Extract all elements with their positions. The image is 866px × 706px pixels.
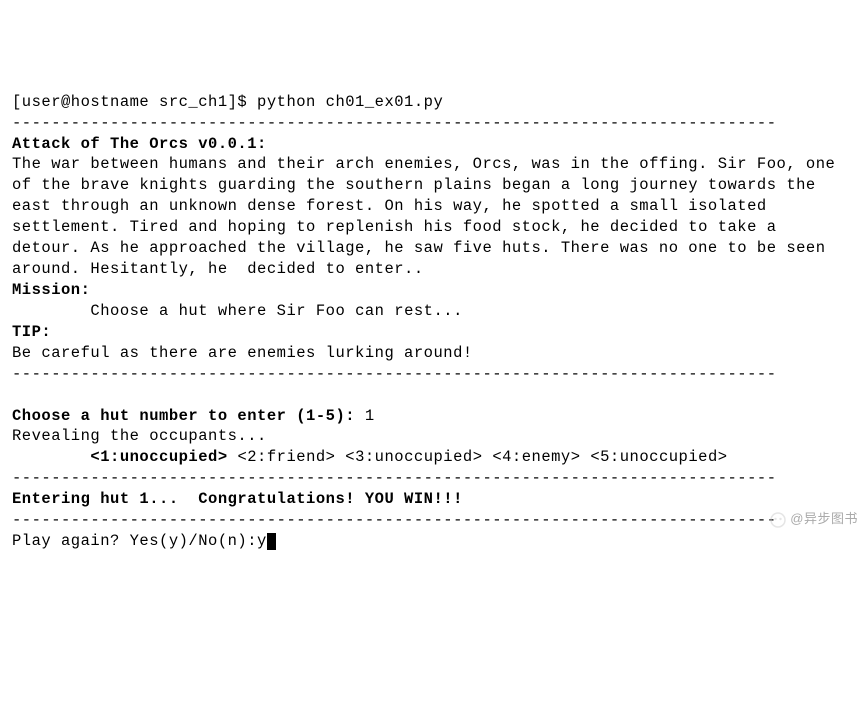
tip-label: TIP: — [12, 323, 51, 341]
hut-1: <1:unoccupied> — [90, 448, 227, 466]
play-again-prompt: Play again? Yes(y)/No(n): — [12, 532, 257, 550]
hut-3: <3:unoccupied> — [345, 448, 492, 466]
terminal-output: [user@hostname src_ch1]$ python ch01_ex0… — [12, 92, 854, 552]
shell-prompt-line: [user@hostname src_ch1]$ python ch01_ex0… — [12, 93, 443, 111]
revealing-text: Revealing the occupants... — [12, 427, 267, 445]
mission-label: Mission: — [12, 281, 90, 299]
choose-hut-prompt: Choose a hut number to enter (1-5): — [12, 407, 365, 425]
divider-line: ----------------------------------------… — [12, 114, 777, 132]
hut-4: <4:enemy> — [492, 448, 590, 466]
huts-prefix — [12, 448, 90, 466]
choose-hut-input[interactable]: 1 — [365, 407, 375, 425]
hut-5: <5:unoccupied> — [590, 448, 727, 466]
story-text: The war between humans and their arch en… — [12, 155, 845, 278]
hut-2: <2:friend> — [228, 448, 346, 466]
game-title: Attack of The Orcs v0.0.1: — [12, 135, 267, 153]
tip-text: Be careful as there are enemies lurking … — [12, 344, 473, 362]
divider-line: ----------------------------------------… — [12, 511, 777, 529]
terminal-cursor — [267, 533, 276, 550]
result-line: Entering hut 1... Congratulations! YOU W… — [12, 490, 463, 508]
divider-line: ----------------------------------------… — [12, 469, 777, 487]
divider-line: ----------------------------------------… — [12, 365, 777, 383]
mission-text: Choose a hut where Sir Foo can rest... — [12, 302, 463, 320]
play-again-input[interactable]: y — [257, 532, 267, 550]
